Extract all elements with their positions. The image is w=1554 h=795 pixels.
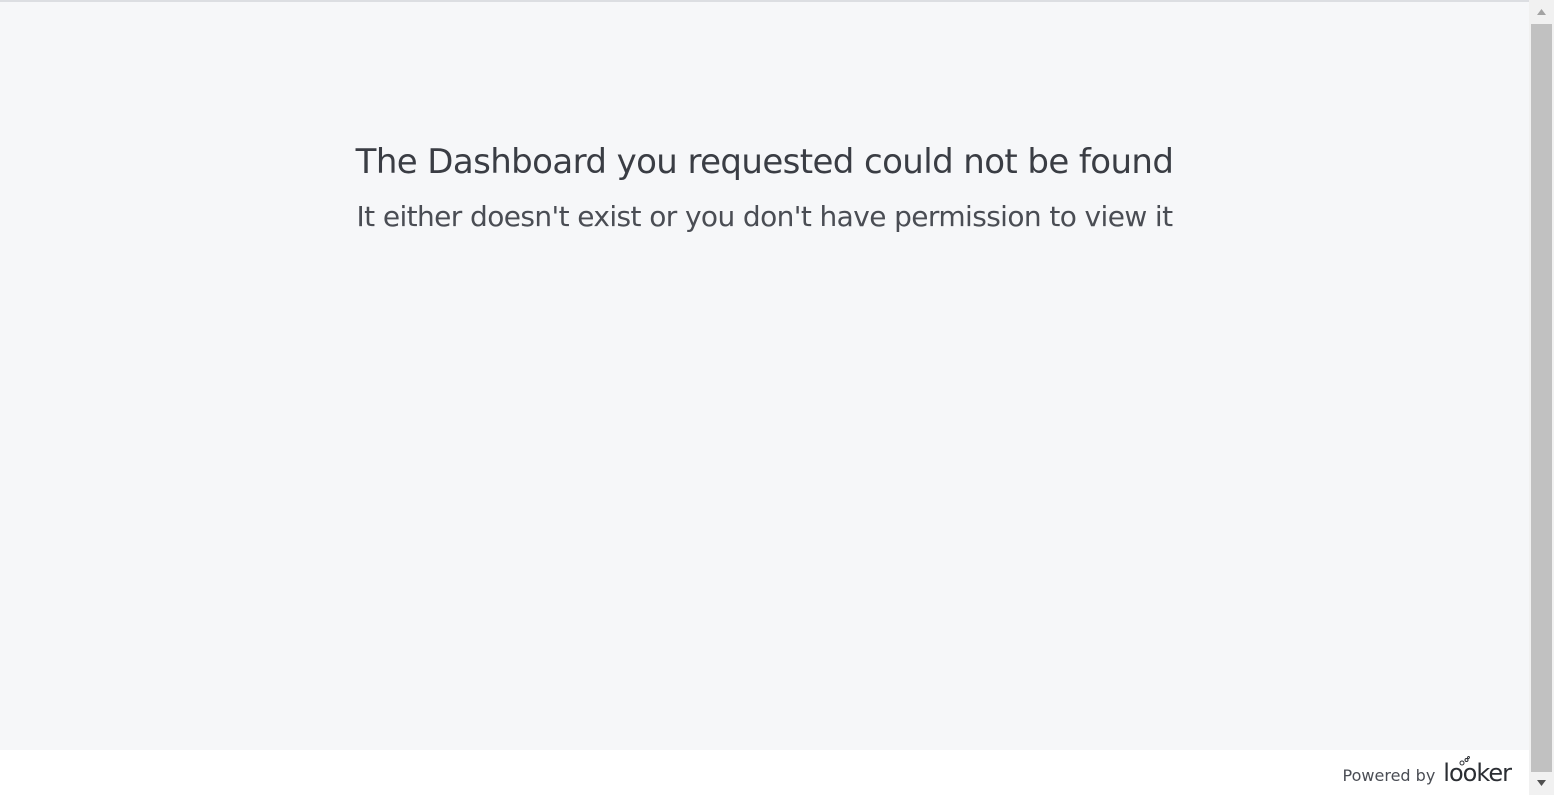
powered-by-label: Powered by [1342,766,1436,785]
error-subtitle: It either doesn't exist or you don't hav… [356,200,1174,233]
looker-logo[interactable]: looker [1443,756,1512,787]
error-title: The Dashboard you requested could not be… [355,142,1174,182]
powered-by-looker[interactable]: Powered by looker [1342,756,1512,787]
scrollbar-thumb[interactable] [1531,24,1552,772]
looker-logo-text: looker [1443,759,1512,787]
scroll-up-arrow-icon[interactable] [1529,0,1554,22]
scroll-down-arrow-icon[interactable] [1529,773,1554,795]
page-viewport: The Dashboard you requested could not be… [0,0,1529,795]
footer: Powered by looker [0,750,1529,795]
dashboard-content-area: The Dashboard you requested could not be… [0,2,1529,750]
looker-logo-icon [1459,756,1471,766]
vertical-scrollbar[interactable] [1529,0,1554,795]
